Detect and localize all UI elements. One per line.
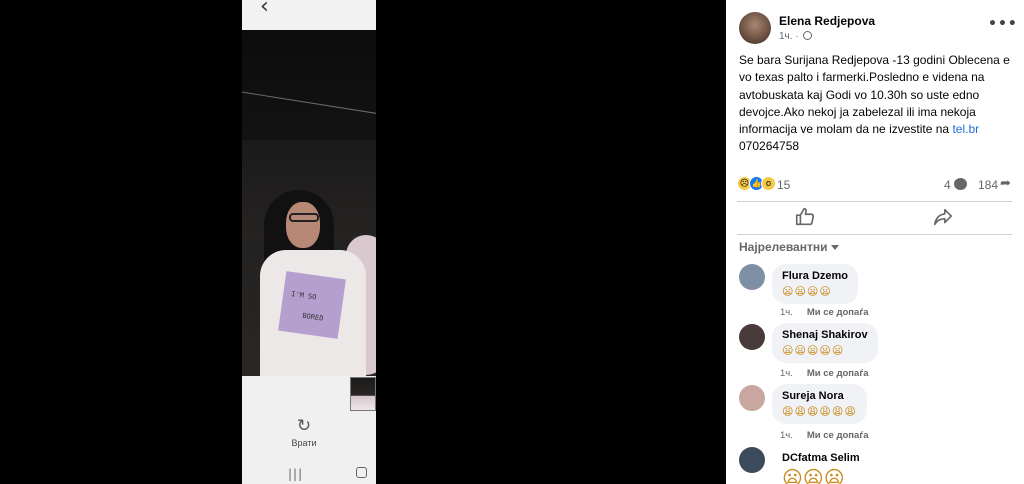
- home-icon[interactable]: [356, 467, 367, 478]
- comment-bubble: Shenaj Shakirov 😦😦😦😦😦: [772, 323, 878, 363]
- comment-icon: [954, 178, 967, 190]
- more-options-icon[interactable]: •••: [988, 16, 1018, 32]
- comment-time[interactable]: 1ч.: [780, 430, 793, 441]
- photo-glasses: [289, 213, 319, 222]
- post-text: Se bara Surijana Redjepova -13 godini Ob…: [739, 52, 1015, 156]
- post-phone: 070264758: [739, 139, 800, 154]
- photo-viewer: ‹ I'M SO BORED ↻ Врати |||: [0, 0, 726, 484]
- shirt-text-line2: BORED: [301, 311, 324, 323]
- share-small-icon: ➦: [1000, 176, 1011, 191]
- caret-down-icon: [831, 245, 840, 250]
- comment-avatar[interactable]: [739, 385, 765, 411]
- comment-meta: 1ч. Ми се допаѓа: [780, 307, 869, 318]
- share-count[interactable]: 184: [978, 178, 998, 192]
- comment-bubble: Flura Dzemo 😦😦😦😦: [772, 264, 859, 304]
- photo-wire: [242, 90, 376, 117]
- phone-screenshot: ‹ I'M SO BORED ↻ Врати |||: [242, 0, 376, 484]
- comment-time[interactable]: 1ч.: [780, 307, 793, 318]
- post-meta: 1ч. ·: [779, 31, 813, 42]
- wow-react-icon: o: [761, 176, 776, 191]
- recent-apps-icon[interactable]: |||: [288, 467, 303, 481]
- revert-label[interactable]: Врати: [280, 438, 328, 448]
- comment-meta: 1ч. Ми се допаѓа: [780, 368, 869, 379]
- author-name[interactable]: Elena Redjepova: [779, 14, 875, 28]
- photo-shirt-print: I'M SO BORED: [278, 271, 346, 339]
- author-avatar[interactable]: [739, 12, 771, 44]
- chevron-left-icon: ‹: [260, 0, 269, 19]
- comment-bubble: DCfatma Selim 😦😦😦: [772, 446, 870, 484]
- comment-avatar[interactable]: [739, 447, 765, 473]
- comment-count[interactable]: 4: [944, 178, 951, 192]
- revert-icon[interactable]: ↻: [294, 416, 314, 436]
- comment-author[interactable]: Sureja Nora: [782, 390, 857, 402]
- comment-item: Flura Dzemo 😦😦😦😦 1ч. Ми се допаѓа: [739, 264, 1019, 320]
- comment-item: DCfatma Selim 😦😦😦: [739, 446, 1019, 484]
- post-time[interactable]: 1ч. ·: [779, 31, 799, 42]
- comment-text: 😦😦😦😦: [782, 285, 832, 298]
- divider: [737, 201, 1012, 202]
- sort-label: Најрелевантни: [739, 240, 828, 254]
- comment-like-button[interactable]: Ми се допаѓа: [807, 430, 869, 441]
- shirt-text-line1: I'M SO: [290, 290, 317, 302]
- globe-icon: [803, 31, 813, 40]
- share-button[interactable]: [932, 206, 954, 228]
- comment-like-button[interactable]: Ми се допаѓа: [807, 368, 869, 379]
- comment-bubble: Sureja Nora 😩😩😩😩😩😩: [772, 384, 867, 424]
- comment-item: Shenaj Shakirov 😦😦😦😦😦 1ч. Ми се допаѓа: [739, 323, 1019, 379]
- comment-avatar[interactable]: [739, 324, 765, 350]
- comment-author[interactable]: Flura Dzemo: [782, 270, 848, 282]
- comment-sort-dropdown[interactable]: Најрелевантни: [739, 240, 840, 254]
- comment-text: 😩😩😩😩😩😩: [782, 405, 857, 418]
- like-button[interactable]: [794, 206, 816, 228]
- reaction-count[interactable]: 15: [777, 178, 790, 192]
- photo-face: [286, 202, 320, 248]
- divider: [737, 234, 1012, 235]
- post-link[interactable]: tel.br: [952, 122, 979, 136]
- comment-text: 😦😦😦: [782, 466, 845, 484]
- comment-meta: 1ч. Ми се допаѓа: [780, 430, 869, 441]
- phone-top-bar: ‹: [242, 0, 376, 30]
- comment-author[interactable]: DCfatma Selim: [782, 452, 860, 464]
- photo-image[interactable]: I'M SO BORED: [242, 30, 376, 376]
- post-panel: Elena Redjepova 1ч. · ••• Se bara Surija…: [726, 0, 1024, 484]
- comment-author[interactable]: Shenaj Shakirov: [782, 329, 868, 341]
- comment-avatar[interactable]: [739, 264, 765, 290]
- comment-text: 😦😦😦😦😦: [782, 344, 845, 357]
- comment-time[interactable]: 1ч.: [780, 368, 793, 379]
- comment-item: Sureja Nora 😩😩😩😩😩😩 1ч. Ми се допаѓа: [739, 384, 1019, 441]
- comment-like-button[interactable]: Ми се допаѓа: [807, 307, 869, 318]
- photo-thumbnail[interactable]: [350, 377, 376, 411]
